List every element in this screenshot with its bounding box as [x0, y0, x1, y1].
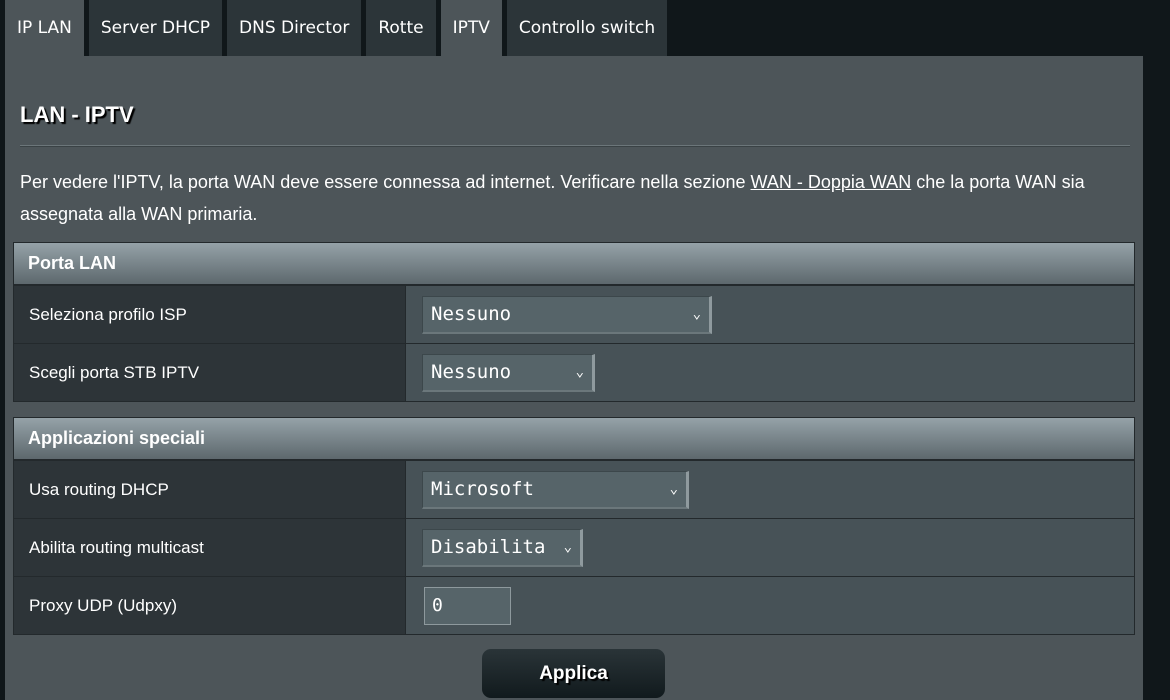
dhcp-routing-select[interactable]: Microsoft ⌄: [422, 470, 689, 509]
tab-controllo-switch[interactable]: Controllo switch: [506, 0, 668, 56]
select-value: Microsoft: [431, 478, 534, 500]
chevron-down-icon: ⌄: [692, 306, 701, 322]
isp-profile-select[interactable]: Nessuno ⌄: [422, 295, 712, 334]
chevron-down-icon: ⌄: [563, 539, 572, 555]
table-row: Scegli porta STB IPTV Nessuno ⌄: [14, 343, 1134, 401]
field-label: Abilita routing multicast: [14, 519, 406, 576]
tab-dns-director[interactable]: DNS Director: [227, 0, 362, 56]
table-row: Usa routing DHCP Microsoft ⌄: [14, 460, 1134, 518]
main-panel: LAN - IPTV Per vedere l'IPTV, la porta W…: [5, 56, 1143, 700]
chevron-down-icon: ⌄: [669, 481, 678, 497]
table-row: Abilita routing multicast Disabilita ⌄: [14, 518, 1134, 576]
field-label: Proxy UDP (Udpxy): [14, 577, 406, 634]
tab-server-dhcp[interactable]: Server DHCP: [88, 0, 223, 56]
select-value: Nessuno: [431, 361, 512, 383]
apply-button[interactable]: Applica: [482, 649, 665, 698]
multicast-routing-select[interactable]: Disabilita ⌄: [422, 528, 583, 567]
tab-bar: IP LAN Server DHCP DNS Director Rotte IP…: [5, 0, 668, 56]
section-header: Applicazioni speciali: [14, 418, 1134, 460]
page-title: LAN - IPTV: [20, 102, 134, 127]
description: Per vedere l'IPTV, la porta WAN deve ess…: [20, 166, 1130, 230]
divider: [20, 145, 1130, 147]
chevron-down-icon: ⌄: [575, 364, 584, 380]
wan-link[interactable]: WAN - Doppia WAN: [751, 172, 912, 192]
field-label: Seleziona profilo ISP: [14, 286, 406, 343]
tab-iptv[interactable]: IPTV: [440, 0, 502, 56]
stb-port-select[interactable]: Nessuno ⌄: [422, 353, 595, 392]
table-row: Seleziona profilo ISP Nessuno ⌄: [14, 285, 1134, 343]
field-label: Usa routing DHCP: [14, 461, 406, 518]
applicazioni-speciali-table: Applicazioni speciali Usa routing DHCP M…: [13, 417, 1135, 635]
description-text: Per vedere l'IPTV, la porta WAN deve ess…: [20, 172, 751, 192]
tab-rotte[interactable]: Rotte: [366, 0, 436, 56]
porta-lan-table: Porta LAN Seleziona profilo ISP Nessuno ⌄…: [13, 242, 1135, 402]
section-header: Porta LAN: [14, 243, 1134, 285]
select-value: Disabilita: [431, 536, 546, 558]
field-label: Scegli porta STB IPTV: [14, 344, 406, 401]
table-row: Proxy UDP (Udpxy) 0: [14, 576, 1134, 634]
tab-ip-lan[interactable]: IP LAN: [5, 0, 84, 56]
udpxy-port-input[interactable]: 0: [424, 586, 511, 625]
select-value: Nessuno: [431, 303, 512, 325]
